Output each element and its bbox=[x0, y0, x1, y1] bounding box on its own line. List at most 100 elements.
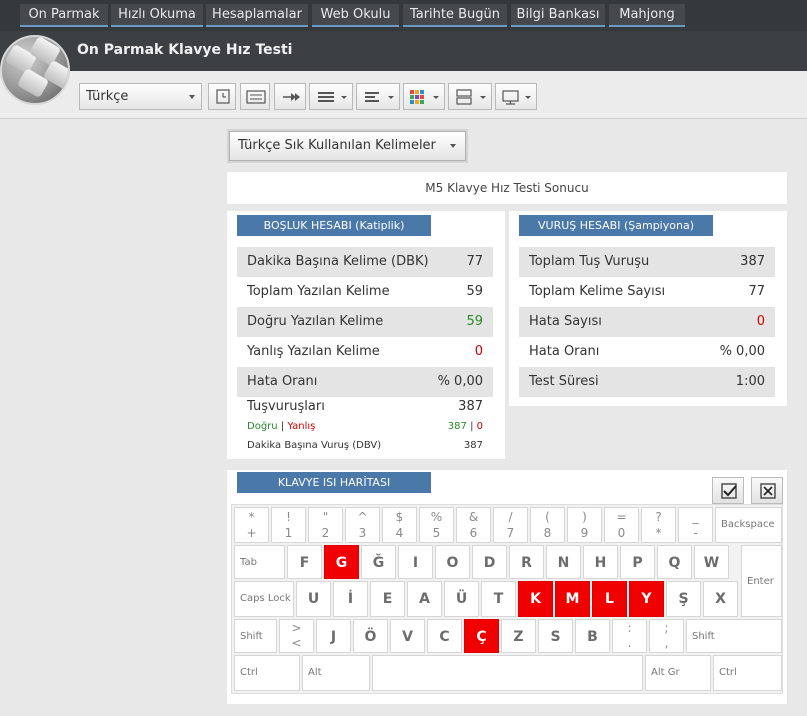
close-icon bbox=[760, 483, 776, 499]
monitor-icon bbox=[502, 90, 531, 105]
category-select-value: Türkçe Sık Kullanılan Kelimeler bbox=[238, 138, 436, 153]
chevron-down-icon bbox=[450, 144, 456, 148]
row-value: 77 bbox=[466, 254, 483, 269]
row-label: Toplam Yazılan Kelime bbox=[247, 284, 390, 299]
row-value: 387 bbox=[740, 254, 765, 269]
language-select-value: Türkçe bbox=[86, 89, 129, 104]
key: Ü bbox=[444, 581, 479, 617]
nav-hesaplamalar[interactable]: Hesaplamalar bbox=[206, 4, 308, 27]
row-label: Toplam Tuş Vuruşu bbox=[529, 254, 650, 269]
keyboard: * + ! 1 " 2 ^ 3 $4 % 5 & 6 /7 (8 ) 9 = 0 ? * _ - B… bbox=[231, 504, 783, 694]
bosluk-row-dbk: Dakika Başına Kelime (DBK) 77 bbox=[237, 247, 493, 277]
align-button[interactable] bbox=[356, 83, 400, 110]
yanlis-label: Yanlış bbox=[287, 421, 316, 432]
timer-button[interactable] bbox=[208, 83, 236, 110]
nav-mahjong[interactable]: Mahjong bbox=[609, 4, 685, 27]
keyboard-button[interactable] bbox=[240, 83, 270, 110]
row-label: Toplam Kelime Sayısı bbox=[529, 284, 666, 299]
key-ctrl-left: Ctrl bbox=[234, 655, 300, 691]
key: X bbox=[703, 581, 738, 617]
monitor-button[interactable] bbox=[495, 83, 537, 110]
dbv-label: Dakika Başına Vuruş (DBV) bbox=[247, 440, 382, 451]
lines-button[interactable] bbox=[309, 83, 353, 110]
top-navigation: On Parmak Hızlı Okuma Hesaplamalar Web O… bbox=[0, 0, 807, 31]
key-shift-left: Shift bbox=[234, 619, 277, 653]
close-button[interactable] bbox=[751, 477, 783, 504]
key: B bbox=[575, 619, 610, 653]
key: P bbox=[620, 545, 655, 579]
key: K bbox=[518, 581, 553, 617]
keyboard-icon bbox=[246, 90, 266, 104]
result-title: M5 Klavye Hız Testi Sonucu bbox=[425, 181, 589, 195]
vurus-row-hata-orani: Hata Oranı % 0,00 bbox=[519, 337, 775, 367]
key: Ğ bbox=[361, 545, 396, 579]
key-space bbox=[372, 655, 643, 691]
key: % 5 bbox=[419, 507, 454, 543]
tusvuruslari-row: Tuşvuruşları 387 bbox=[237, 393, 493, 421]
key: /7 bbox=[493, 507, 528, 543]
key: & 6 bbox=[456, 507, 491, 543]
key: W bbox=[694, 545, 729, 579]
layout-icon bbox=[456, 89, 486, 105]
row-value: 59 bbox=[466, 314, 483, 329]
row-value: % 0,00 bbox=[719, 344, 765, 359]
key-tab: Tab bbox=[234, 545, 285, 579]
dogru-yanlis-labels: Doğru | Yanlış bbox=[247, 421, 315, 432]
layout-button[interactable] bbox=[448, 83, 492, 110]
nav-on-parmak[interactable]: On Parmak bbox=[20, 4, 108, 27]
nav-hizli-okuma[interactable]: Hızlı Okuma bbox=[111, 4, 203, 27]
arrows-button[interactable] bbox=[274, 83, 306, 110]
color-grid-button[interactable] bbox=[403, 83, 445, 110]
key: Z bbox=[501, 619, 536, 653]
key-ctrl-right: Ctrl bbox=[713, 655, 782, 691]
bosluk-row-toplam: Toplam Yazılan Kelime 59 bbox=[237, 277, 493, 307]
row-value: 0 bbox=[474, 344, 483, 359]
nav-tarihte-bugun[interactable]: Tarihte Bugün bbox=[403, 4, 507, 27]
key: F bbox=[287, 545, 322, 579]
key: ^ 3 bbox=[345, 507, 380, 543]
chevron-down-icon bbox=[189, 95, 195, 99]
row-label: Hata Oranı bbox=[529, 344, 600, 359]
align-icon bbox=[365, 92, 394, 102]
key: V bbox=[390, 619, 425, 653]
row-label: Doğru Yazılan Kelime bbox=[247, 314, 384, 329]
key-shift-right: Shift bbox=[686, 619, 782, 653]
key: Ö bbox=[353, 619, 388, 653]
nav-web-okulu[interactable]: Web Okulu bbox=[312, 4, 399, 27]
nav-bilgi-bankasi[interactable]: Bilgi Bankası bbox=[511, 4, 605, 27]
key: ! 1 bbox=[271, 507, 306, 543]
key: Q bbox=[657, 545, 692, 579]
dbv-value: 387 bbox=[463, 440, 483, 451]
arrows-icon bbox=[283, 93, 300, 101]
vurus-row-sure: Test Süresi 1:00 bbox=[519, 367, 775, 397]
key: _ - bbox=[678, 507, 713, 543]
key: İ bbox=[333, 581, 368, 617]
dogru-value: 387 bbox=[447, 421, 467, 432]
check-button[interactable] bbox=[712, 477, 744, 504]
key: Ş bbox=[666, 581, 701, 617]
row-label: Yanlış Yazılan Kelime bbox=[247, 344, 380, 359]
category-select[interactable]: Türkçe Sık Kullanılan Kelimeler bbox=[229, 131, 466, 161]
key: M bbox=[555, 581, 590, 617]
keyboard-logo-icon bbox=[0, 35, 70, 105]
key: E bbox=[370, 581, 405, 617]
key: $4 bbox=[382, 507, 417, 543]
row-label: Hata Sayısı bbox=[529, 314, 602, 329]
bosluk-row-yanlis: Yanlış Yazılan Kelime 0 bbox=[237, 337, 493, 367]
row-value: 59 bbox=[466, 284, 483, 299]
bosluk-panel-title: BOŞLUK HESABI (Katiplik) bbox=[237, 215, 431, 236]
dogru-yanlis-values: 387 | 0 bbox=[420, 421, 483, 432]
key-caps-lock: Caps Lock bbox=[234, 581, 294, 617]
key: A bbox=[407, 581, 442, 617]
vurus-row-tus: Toplam Tuş Vuruşu 387 bbox=[519, 247, 775, 277]
key: R bbox=[509, 545, 544, 579]
row-value: 0 bbox=[756, 314, 765, 329]
key: ) 9 bbox=[567, 507, 602, 543]
key-backspace: Backspace bbox=[715, 507, 782, 543]
key: J bbox=[316, 619, 351, 653]
language-select[interactable]: Türkçe bbox=[79, 83, 202, 110]
key: (8 bbox=[530, 507, 565, 543]
dogru-label: Doğru bbox=[247, 421, 278, 432]
row-value: 77 bbox=[748, 284, 765, 299]
keyboard-heatmap-title: KLAVYE ISI HARİTASI bbox=[237, 472, 431, 493]
